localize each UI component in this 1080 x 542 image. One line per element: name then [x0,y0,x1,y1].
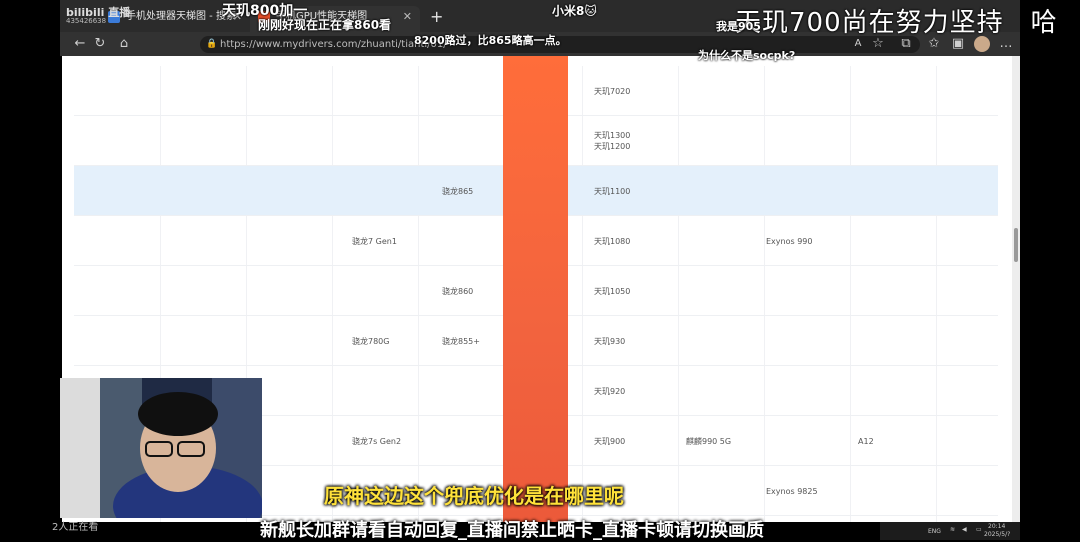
stream-notice: 新舰长加群请看自动回复_直播间禁止晒卡_直播卡顿请切换画质 [260,520,764,541]
danmaku-d5: 8200路过，比865略高一点。 [414,34,567,47]
table-cell[interactable]: 骁龙7s Gen2 [352,436,401,447]
system-taskbar: ENG ≋ ◀ ▭ 20:14 2025/5/? [880,522,1020,540]
live-subtitle: 原神这边这个兜底优化是在哪里呢 [324,484,624,508]
table-cell[interactable]: 骁龙780G [352,336,389,347]
table-cell[interactable]: 骁龙865 [442,186,473,197]
table-cell[interactable]: 天玑1080 [594,236,630,247]
watcher-count: 2人正在看 [52,522,99,533]
performance-bar-column [503,56,568,522]
new-tab-button[interactable]: + [424,6,448,32]
streamer-portrait [60,378,262,518]
close-icon[interactable]: ✕ [403,6,412,28]
volume-icon[interactable]: ◀ [962,526,967,533]
table-cell[interactable]: Exynos 9825 [766,486,818,497]
battery-icon[interactable]: ▭ [976,526,982,533]
wifi-icon[interactable]: ≋ [950,526,955,533]
table-cell[interactable]: 骁龙855+ [442,336,480,347]
danmaku-d4: 我是905 [716,20,761,33]
tab-label: 手机处理器天梯图 - 搜索 [126,11,236,22]
table-cell[interactable]: 麒麟990 5G [686,436,731,447]
refresh-icon[interactable]: ↻ [92,36,108,52]
stream-title-overlay: 天玑700尚在努力坚持 哈 [735,8,1058,38]
back-icon[interactable]: ← [72,36,88,52]
clock-date: 2025/5/? [984,531,1011,538]
table-cell[interactable]: 天玑1100 [594,186,630,197]
danmaku-d2: 刚刚好现在正在拿860看 [258,18,392,32]
scrollbar-thumb[interactable] [1014,228,1018,262]
url-text: https://www.mydrivers.com/zhuanti/tianti… [220,39,447,50]
table-cell[interactable]: 天玑1300 天玑1200 [594,130,630,152]
table-cell[interactable]: Exynos 990 [766,236,812,247]
clock-time: 20:14 [988,523,1006,530]
streamer-webcam [60,378,262,518]
table-cell[interactable]: 天玑900 [594,436,625,447]
table-cell[interactable]: 骁龙7 Gen1 [352,236,397,247]
table-cell[interactable]: 天玑920 [594,386,625,397]
lock-icon: 🔒 [206,39,218,49]
table-cell[interactable]: 天玑930 [594,336,625,347]
table-cell[interactable]: 骁龙860 [442,286,473,297]
room-id: 435426638 [66,17,107,25]
table-cell[interactable]: 天玑1050 [594,286,630,297]
danmaku-d3: 小米8🐱 [552,4,597,18]
input-language[interactable]: ENG [928,528,941,535]
table-cell[interactable]: A12 [858,436,874,447]
danmaku-d6: 为什么不是socpk? [698,49,796,62]
home-icon[interactable]: ⌂ [116,36,132,52]
table-cell[interactable]: 天玑7020 [594,86,630,97]
page-scrollbar[interactable] [1012,56,1020,522]
